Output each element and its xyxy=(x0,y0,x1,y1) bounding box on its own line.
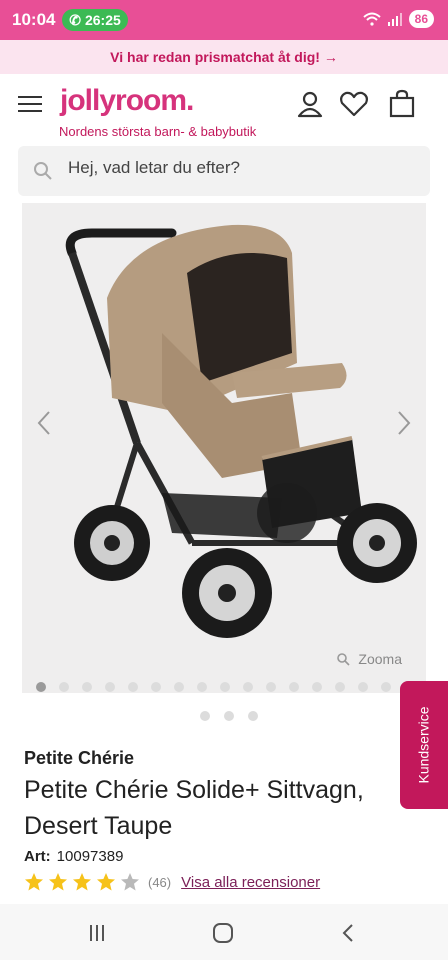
pagination-dot[interactable] xyxy=(128,682,138,692)
shopping-bag-icon[interactable] xyxy=(386,88,418,120)
home-icon[interactable] xyxy=(210,920,236,946)
site-header: jollyroom. Nordens största barn- & babyb… xyxy=(0,74,448,144)
hamburger-menu-icon[interactable] xyxy=(18,96,42,114)
phone-icon: ✆ xyxy=(69,11,81,28)
article-number: Art: 10097389 xyxy=(24,848,123,865)
pagination-dot[interactable] xyxy=(174,682,184,692)
wifi-icon xyxy=(362,12,381,26)
review-count: (46) xyxy=(148,874,172,890)
search-bar[interactable] xyxy=(18,146,430,196)
pagination-dot[interactable] xyxy=(358,682,368,692)
pagination-dot[interactable] xyxy=(248,711,258,721)
status-bar: 10:04 ✆ 26:25 86 xyxy=(0,0,448,40)
gallery-pagination-overflow xyxy=(200,711,258,721)
product-brand[interactable]: Petite Chérie xyxy=(24,748,134,769)
all-reviews-link[interactable]: Visa alla recensioner xyxy=(181,874,320,891)
jollyroom-logo[interactable]: jollyroom. xyxy=(60,84,194,118)
status-time: 10:04 xyxy=(12,10,56,29)
pagination-dot[interactable] xyxy=(289,682,299,692)
pagination-dot[interactable] xyxy=(151,682,161,692)
zoom-label: Zooma xyxy=(358,651,402,667)
promo-banner[interactable]: Vi har redan prismatchat åt dig! → xyxy=(0,40,448,74)
pagination-dot[interactable] xyxy=(36,682,46,692)
battery-indicator: 86 xyxy=(408,10,434,28)
pagination-dot[interactable] xyxy=(105,682,115,692)
chevron-left-icon[interactable] xyxy=(34,408,54,438)
heart-wishlist-icon[interactable] xyxy=(338,88,370,120)
pagination-dot[interactable] xyxy=(220,682,230,692)
search-input[interactable] xyxy=(68,158,408,178)
gallery-pagination xyxy=(36,682,391,692)
signal-icon xyxy=(387,13,402,26)
product-rating[interactable]: (46) Visa alla recensioner xyxy=(24,872,320,892)
pagination-dot[interactable] xyxy=(200,711,210,721)
star-icon xyxy=(97,873,115,891)
recent-apps-icon[interactable] xyxy=(84,920,110,946)
article-value: 10097389 xyxy=(56,848,124,865)
call-indicator[interactable]: ✆ 26:25 xyxy=(62,9,128,31)
pagination-dot[interactable] xyxy=(266,682,276,692)
back-icon[interactable] xyxy=(336,920,362,946)
zoom-button[interactable]: Zooma xyxy=(336,651,402,667)
star-icon xyxy=(25,873,43,891)
system-navigation-bar xyxy=(0,904,448,960)
call-timer: 26:25 xyxy=(84,12,121,28)
zoom-icon xyxy=(337,653,350,666)
article-label: Art: xyxy=(24,848,51,865)
star-empty-icon xyxy=(121,873,139,891)
kundservice-tab[interactable]: Kundservice xyxy=(400,681,448,809)
tagline: Nordens största barn- & babybutik xyxy=(59,124,257,139)
pagination-dot[interactable] xyxy=(243,682,253,692)
user-account-icon[interactable] xyxy=(294,88,326,120)
search-icon xyxy=(34,162,52,180)
pagination-dot[interactable] xyxy=(197,682,207,692)
pagination-dot[interactable] xyxy=(224,711,234,721)
pagination-dot[interactable] xyxy=(312,682,322,692)
pagination-dot[interactable] xyxy=(381,682,391,692)
pagination-dot[interactable] xyxy=(82,682,92,692)
star-icon xyxy=(73,873,91,891)
stroller-product-image[interactable] xyxy=(42,213,422,653)
pagination-dot[interactable] xyxy=(335,682,345,692)
product-title: Petite Chérie Solide+ Sittvagn, Desert T… xyxy=(24,776,364,840)
product-image-gallery[interactable]: Zooma xyxy=(22,203,426,693)
kundservice-label: Kundservice xyxy=(416,706,433,784)
chevron-right-icon[interactable] xyxy=(394,408,414,438)
star-icon xyxy=(49,873,67,891)
pagination-dot[interactable] xyxy=(59,682,69,692)
